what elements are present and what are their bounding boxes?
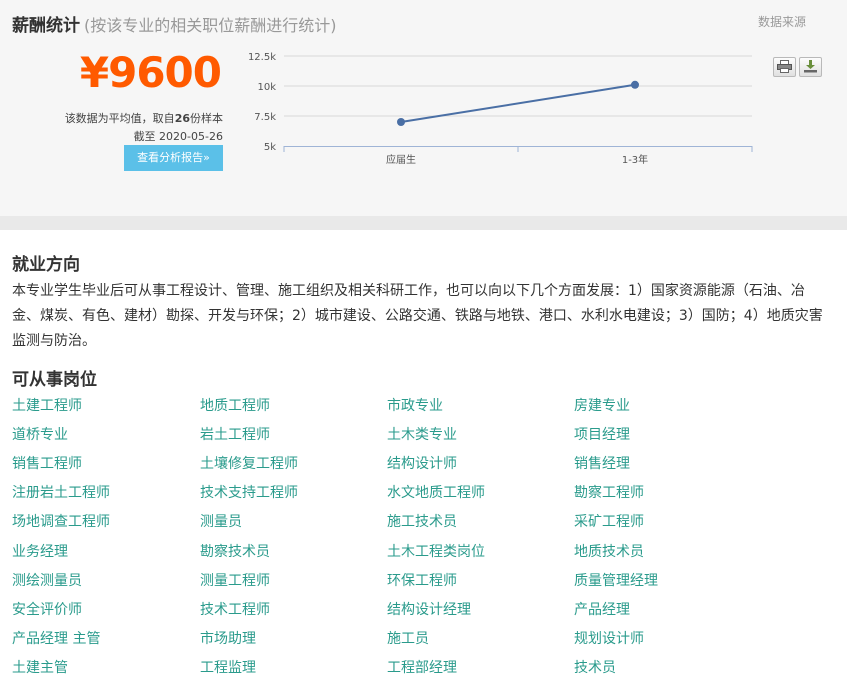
job-link[interactable]: 工程监理 xyxy=(200,657,256,677)
salary-title-text: 薪酬统计 xyxy=(12,16,80,36)
section-divider xyxy=(0,216,847,230)
y-tick-label: 5k xyxy=(264,142,276,153)
job-link[interactable]: 技术支持工程师 xyxy=(200,482,298,502)
job-link[interactable]: 结构设计经理 xyxy=(387,599,471,619)
job-link[interactable]: 土木类专业 xyxy=(387,424,457,444)
chart-y-ticks: 5k 7.5k 10k 12.5k xyxy=(248,52,276,153)
salary-title: 薪酬统计 (按该专业的相关职位薪酬进行统计) xyxy=(12,11,337,36)
job-link[interactable]: 水文地质工程师 xyxy=(387,482,485,502)
job-link[interactable]: 土壤修复工程师 xyxy=(200,453,298,473)
download-icon xyxy=(804,60,817,73)
job-link[interactable]: 技术工程师 xyxy=(200,599,270,619)
average-salary: ¥9600 xyxy=(79,48,222,97)
download-button[interactable] xyxy=(799,57,822,77)
job-link[interactable]: 测量员 xyxy=(200,511,242,531)
job-link[interactable]: 测绘测量员 xyxy=(12,570,82,590)
chart-grid xyxy=(284,55,752,117)
data-source-link[interactable]: 数据来源 xyxy=(758,13,806,30)
job-link[interactable]: 地质工程师 xyxy=(200,395,270,415)
job-link[interactable]: 土建工程师 xyxy=(12,395,82,415)
job-link[interactable]: 环保工程师 xyxy=(387,570,457,590)
job-link[interactable]: 注册岩土工程师 xyxy=(12,482,110,502)
job-link[interactable]: 勘察工程师 xyxy=(574,482,644,502)
job-link[interactable]: 业务经理 xyxy=(12,541,68,561)
job-link[interactable]: 销售工程师 xyxy=(12,453,82,473)
job-link[interactable]: 施工技术员 xyxy=(387,511,457,531)
x-tick-label: 1-3年 xyxy=(622,153,648,166)
job-link[interactable]: 安全评价师 xyxy=(12,599,82,619)
employment-description: 本专业学生毕业后可从事工程设计、管理、施工组织及相关科研工作，也可以向以下几个方… xyxy=(12,283,823,349)
positions-heading: 可从事岗位 xyxy=(12,370,97,390)
job-link[interactable]: 销售经理 xyxy=(574,453,630,473)
job-link[interactable]: 质量管理经理 xyxy=(574,570,658,590)
job-link[interactable]: 市政专业 xyxy=(387,395,443,415)
sample-note: 该数据为平均值，取自26份样本 xyxy=(65,110,223,126)
job-link[interactable]: 测量工程师 xyxy=(200,570,270,590)
job-link[interactable]: 技术员 xyxy=(574,657,616,677)
y-tick-label: 10k xyxy=(257,82,276,93)
job-link[interactable]: 结构设计师 xyxy=(387,453,457,473)
job-link[interactable]: 采矿工程师 xyxy=(574,511,644,531)
print-button[interactable] xyxy=(773,57,796,77)
job-link[interactable]: 房建专业 xyxy=(574,395,630,415)
job-link[interactable]: 道桥专业 xyxy=(12,424,68,444)
date-note: 截至 2020-05-26 xyxy=(133,130,223,143)
job-link[interactable]: 岩土工程师 xyxy=(200,424,270,444)
data-point xyxy=(631,80,639,89)
salary-subtitle: (按该专业的相关职位薪酬进行统计) xyxy=(84,16,337,35)
employment-heading: 就业方向 xyxy=(12,255,80,275)
x-tick-label: 应届生 xyxy=(386,153,416,166)
sample-count: 26 xyxy=(174,112,190,125)
sample-note-prefix: 该数据为平均值，取自 xyxy=(64,112,175,125)
job-link[interactable]: 工程部经理 xyxy=(387,657,457,677)
data-point xyxy=(397,118,405,126)
sample-note-suffix: 份样本 xyxy=(190,112,223,125)
job-link[interactable]: 施工员 xyxy=(387,628,429,648)
y-tick-label: 12.5k xyxy=(248,52,276,63)
job-link[interactable]: 市场助理 xyxy=(200,628,256,648)
chart-x-axis: 应届生 1-3年 xyxy=(283,146,753,166)
y-tick-label: 7.5k xyxy=(254,112,276,123)
job-link[interactable]: 勘察技术员 xyxy=(200,541,270,561)
job-link[interactable]: 产品经理 主管 xyxy=(12,628,100,648)
job-link[interactable]: 土木工程类岗位 xyxy=(387,541,485,561)
job-link[interactable]: 项目经理 xyxy=(574,424,630,444)
salary-chart: 5k 7.5k 10k 12.5k 应届生 1-3年 xyxy=(248,52,753,166)
job-link[interactable]: 地质技术员 xyxy=(574,541,644,561)
printer-icon xyxy=(777,60,792,73)
job-link[interactable]: 场地调查工程师 xyxy=(12,511,110,531)
chart-series xyxy=(397,80,639,126)
job-link[interactable]: 规划设计师 xyxy=(574,628,644,648)
view-report-button[interactable]: 查看分析报告» xyxy=(124,145,223,171)
job-link[interactable]: 土建主管 xyxy=(12,657,68,677)
job-link[interactable]: 产品经理 xyxy=(574,599,630,619)
